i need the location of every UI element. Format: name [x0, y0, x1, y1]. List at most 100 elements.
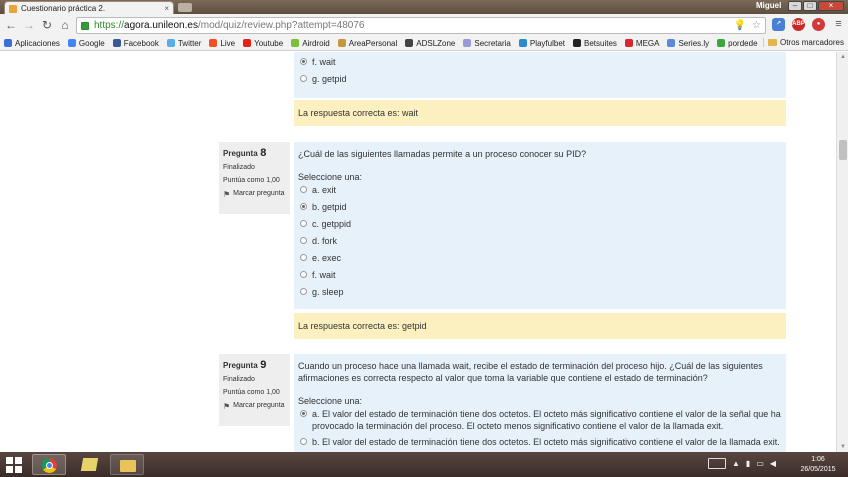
- radio-icon[interactable]: [300, 75, 307, 82]
- question-state: Finalizado: [223, 376, 255, 383]
- bookmarks-bar: Aplicaciones Google Facebook Twitter Live You…: [0, 36, 848, 51]
- extension-red-icon[interactable]: ●: [812, 18, 825, 31]
- bookmark-item[interactable]: Aplicaciones: [4, 39, 60, 48]
- bookmark-item[interactable]: Secretaria: [463, 38, 511, 48]
- scrollbar-thumb[interactable]: [839, 140, 847, 160]
- question-number: 8: [260, 147, 267, 159]
- taskbar-clock[interactable]: 1:06 26/05/2015: [796, 455, 840, 475]
- profile-user-name[interactable]: Miguel: [756, 1, 781, 10]
- radio-icon[interactable]: [300, 438, 307, 445]
- bookmark-item[interactable]: MEGA: [624, 39, 659, 48]
- radio-icon[interactable]: [300, 288, 307, 295]
- url-scheme: https://: [94, 20, 125, 31]
- question-label: Pregunta: [223, 361, 258, 370]
- prev-question-answers: f. wait g. getpid: [294, 52, 786, 98]
- bookmark-label: Series.ly: [678, 38, 710, 48]
- answer-option[interactable]: e. exec: [294, 252, 786, 269]
- volume-icon[interactable]: ◀: [770, 459, 776, 468]
- answer-option[interactable]: f. wait: [294, 269, 786, 286]
- bookmark-item[interactable]: pordede: [717, 39, 758, 48]
- flag-question-link[interactable]: ⚑ Marcar pregunta: [223, 190, 286, 199]
- airdroid-icon: [291, 39, 300, 47]
- bookmark-label: Secretaria: [474, 38, 511, 48]
- bookmark-item[interactable]: Betsuites: [573, 39, 617, 48]
- bookmark-item[interactable]: Series.ly: [667, 39, 709, 48]
- answer-option[interactable]: d. fork: [294, 235, 786, 252]
- bookmark-item[interactable]: AreaPersonal: [337, 39, 397, 48]
- question-8-feedback: La respuesta correcta es: getpid: [294, 313, 786, 339]
- question-8-content: ¿Cuál de las siguientes llamadas permite…: [294, 142, 786, 309]
- answer-option[interactable]: g. getpid: [294, 73, 786, 90]
- answer-option-label: f. wait: [312, 270, 336, 280]
- answer-option[interactable]: a. El valor del estado de terminación ti…: [294, 408, 786, 432]
- new-tab-button[interactable]: [178, 3, 192, 12]
- answer-option-label: a. exit: [312, 185, 337, 195]
- menu-icon[interactable]: ≡: [832, 18, 845, 31]
- other-bookmarks-label: Otros marcadores: [779, 38, 844, 47]
- answer-option-label: g. getpid: [312, 74, 347, 84]
- windows-start-icon[interactable]: [6, 457, 22, 473]
- battery-icon[interactable]: ▭: [756, 459, 764, 468]
- radio-checked-icon[interactable]: [300, 203, 307, 210]
- twitter-icon: [166, 39, 175, 47]
- bookmark-label: Airdroid: [302, 38, 330, 48]
- scroll-up-icon[interactable]: ▲: [840, 54, 846, 60]
- browser-tab[interactable]: Cuestionario práctica 2. ×: [4, 1, 174, 15]
- reload-icon[interactable]: ↻: [40, 18, 54, 32]
- taskbar-chrome[interactable]: [32, 454, 66, 475]
- answer-option[interactable]: c. getppid: [294, 218, 786, 235]
- answer-option[interactable]: b. getpid: [294, 201, 786, 218]
- maximize-button[interactable]: □: [803, 1, 817, 11]
- seriesly-icon: [667, 39, 676, 47]
- bookmark-item[interactable]: Facebook: [112, 39, 159, 48]
- radio-icon[interactable]: [300, 271, 307, 278]
- taskbar-file-explorer[interactable]: [110, 454, 144, 475]
- home-icon[interactable]: ⌂: [58, 18, 72, 32]
- minimize-button[interactable]: ‒: [788, 1, 802, 11]
- system-tray: ▲ ▮ ▭ ◀: [708, 458, 776, 469]
- page-scrollbar[interactable]: ▲ ▼: [836, 52, 848, 452]
- answer-option-label: d. fork: [312, 236, 338, 246]
- bookmark-item[interactable]: Twitter: [166, 39, 201, 48]
- bookmark-label: Betsuites: [584, 38, 617, 48]
- question-number: 9: [260, 359, 267, 371]
- question-grade: Puntúa como 1,00: [223, 389, 280, 396]
- radio-icon[interactable]: [300, 237, 307, 244]
- flag-question-link[interactable]: ⚑ Marcar pregunta: [223, 402, 286, 411]
- radio-checked-icon[interactable]: [300, 58, 307, 65]
- bookmark-item[interactable]: ADSLZone: [405, 39, 455, 48]
- forward-arrow-icon[interactable]: →: [22, 18, 36, 32]
- keyboard-icon[interactable]: [708, 458, 726, 469]
- taskbar-notes[interactable]: [72, 454, 106, 475]
- bookmark-item[interactable]: Airdroid: [291, 39, 330, 48]
- radio-icon[interactable]: [300, 220, 307, 227]
- bookmark-item[interactable]: Playfulbet: [518, 38, 565, 48]
- scroll-down-icon[interactable]: ▼: [840, 444, 846, 450]
- answer-option[interactable]: a. exit: [294, 184, 786, 201]
- tab-close-icon[interactable]: ×: [164, 4, 169, 13]
- back-arrow-icon[interactable]: ←: [4, 18, 18, 32]
- playfulbet-icon: [518, 39, 527, 47]
- radio-icon[interactable]: [300, 186, 307, 193]
- radio-checked-icon[interactable]: [300, 410, 307, 417]
- answer-option[interactable]: f. wait: [294, 56, 786, 73]
- close-window-button[interactable]: ×: [818, 1, 844, 11]
- address-bar[interactable]: https://agora.unileon.es/mod/quiz/review…: [76, 17, 766, 34]
- extension-arrow-icon[interactable]: ↗: [772, 18, 785, 31]
- chevron-up-icon[interactable]: ▲: [732, 459, 740, 468]
- apps-icon: [4, 39, 12, 47]
- other-bookmarks[interactable]: Otros marcadores: [762, 38, 844, 47]
- bookmark-item[interactable]: Google: [67, 39, 105, 48]
- bookmark-label: Playfulbet: [529, 38, 565, 48]
- bookmark-item[interactable]: Youtube: [243, 39, 283, 48]
- bookmark-item[interactable]: Live: [209, 39, 235, 48]
- radio-icon[interactable]: [300, 254, 307, 261]
- bookmark-label: Aplicaciones: [15, 38, 60, 48]
- bookmark-label: ADSLZone: [416, 38, 456, 48]
- answer-option[interactable]: g. sleep: [294, 286, 786, 303]
- adblock-plus-icon[interactable]: ABP: [792, 18, 805, 31]
- answer-option[interactable]: b. El valor del estado de terminación ti…: [294, 436, 786, 448]
- network-icon[interactable]: ▮: [746, 459, 750, 468]
- bulb-icon[interactable]: 💡: [734, 20, 746, 31]
- bookmark-star-icon[interactable]: ☆: [752, 20, 761, 31]
